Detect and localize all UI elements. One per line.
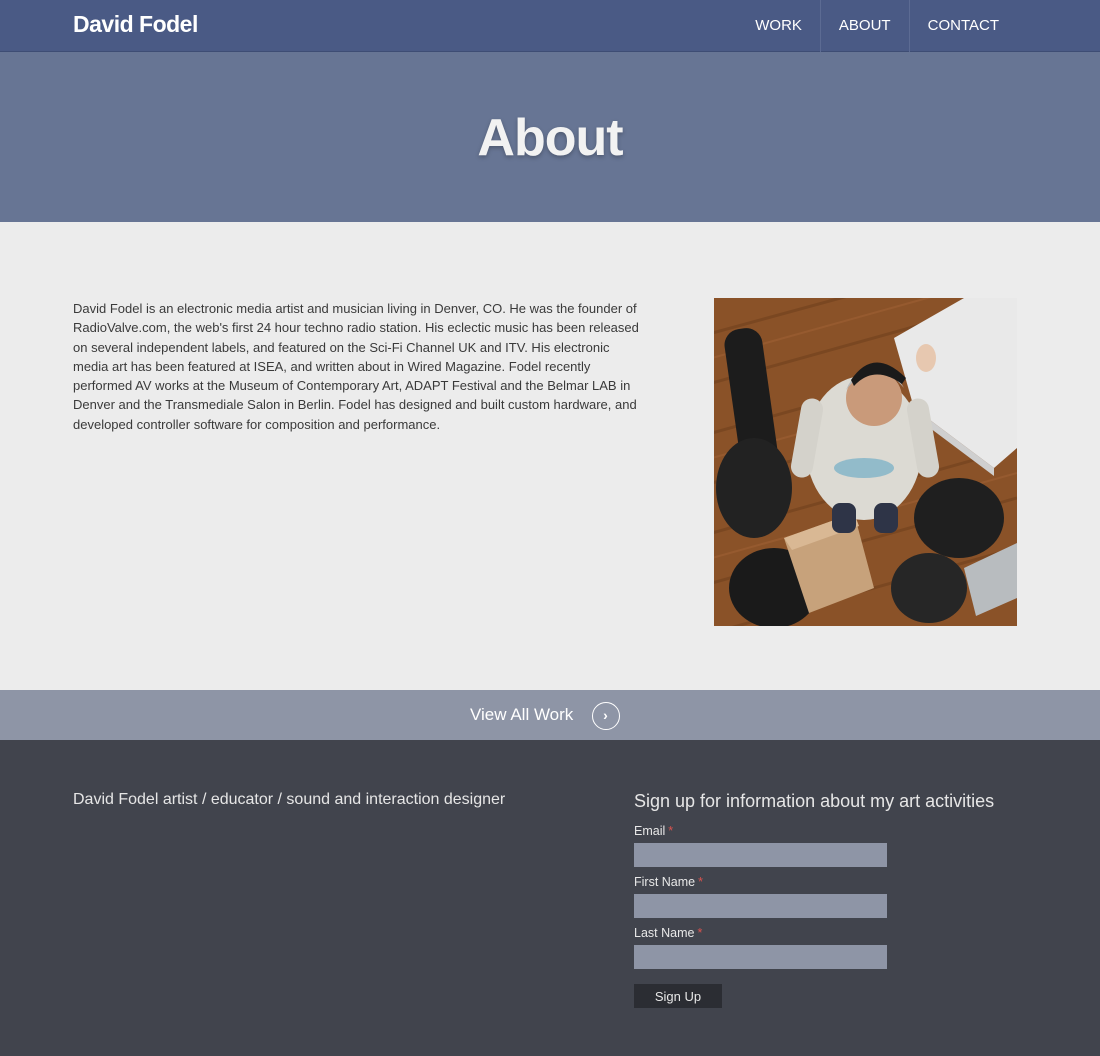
email-field[interactable] — [634, 843, 887, 867]
chevron-right-circle-icon[interactable]: › — [592, 702, 620, 730]
site-header: David Fodel WORK ABOUT CONTACT — [0, 0, 1100, 52]
sign-up-button[interactable]: Sign Up — [634, 984, 722, 1008]
footer-tagline: David Fodel artist / educator / sound an… — [73, 791, 506, 808]
nav-item-work[interactable]: WORK — [737, 0, 820, 52]
required-marker: * — [698, 875, 703, 889]
last-name-field[interactable] — [634, 945, 887, 969]
nav-item-contact[interactable]: CONTACT — [908, 0, 1017, 52]
required-marker: * — [668, 824, 674, 838]
signup-heading: Sign up for information about my art act… — [634, 791, 995, 811]
email-label: Email * — [634, 824, 674, 838]
first-name-field[interactable] — [634, 894, 887, 918]
first-name-label: First Name * — [634, 875, 703, 889]
nav-item-about[interactable]: ABOUT — [819, 0, 909, 52]
site-brand[interactable]: David Fodel — [73, 11, 198, 38]
view-all-work-link[interactable]: View All Work — [470, 690, 573, 740]
site-footer — [0, 740, 1100, 1056]
page-title: About — [477, 109, 623, 167]
page-hero: About — [0, 52, 1100, 222]
main-nav: WORK ABOUT CONTACT — [737, 0, 1017, 52]
last-name-label: Last Name * — [634, 926, 703, 940]
view-all-work-bar: View All Work — [0, 690, 1100, 740]
required-marker: * — [697, 926, 703, 940]
artist-photo — [714, 298, 1017, 626]
bio-text: David Fodel is an electronic media artis… — [73, 301, 639, 432]
